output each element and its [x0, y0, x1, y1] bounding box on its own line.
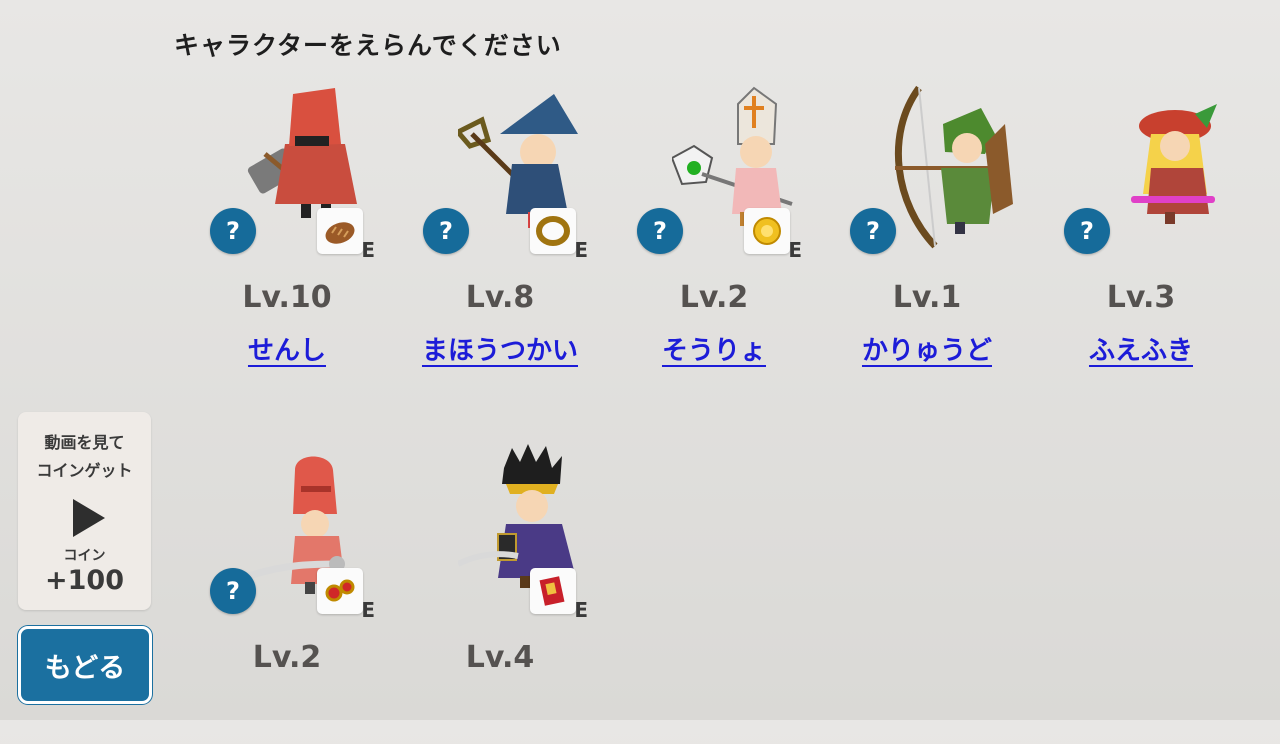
character-level: Lv.3: [1106, 280, 1176, 315]
ring-icon: [536, 216, 570, 246]
coin-label: コイン: [63, 548, 106, 564]
character-name-link[interactable]: かりゅうど: [830, 330, 1024, 367]
character-name-link[interactable]: そうりょ: [617, 330, 811, 367]
character-level: Lv.2: [679, 280, 749, 315]
reward-text-line2: コインゲット: [36, 461, 133, 480]
character-level: Lv.2: [252, 640, 322, 675]
character-name-link[interactable]: まほうつかい: [403, 330, 597, 367]
equipped-mark: E: [361, 598, 375, 622]
character-card-mage[interactable]: ? E Lv.8 まほうつかい: [422, 84, 637, 384]
help-button[interactable]: ?: [1064, 208, 1110, 254]
earrings-icon: [325, 579, 355, 602]
priest-sprite-icon: [672, 86, 793, 226]
coin-reward-value: +100: [45, 565, 124, 596]
equipment-slot[interactable]: E: [530, 208, 588, 262]
equipped-mark: E: [574, 598, 588, 622]
character-card-flutist[interactable]: ? Lv.3 ふえふき: [1064, 84, 1278, 384]
gold-coin-icon: [753, 217, 781, 245]
character-level: Lv.1: [892, 280, 962, 315]
equipment-slot[interactable]: E: [744, 208, 802, 262]
mage-sprite-icon: [458, 94, 578, 228]
hero-sprite-icon: [458, 444, 576, 588]
character-name-link[interactable]: ふえふき: [1044, 330, 1238, 367]
page-title: キャラクターをえらんでください: [174, 31, 562, 60]
watch-video-coin-button[interactable]: 動画を見て コインゲット コイン +100: [18, 412, 151, 610]
red-book-icon: [539, 576, 565, 606]
back-button[interactable]: もどる: [18, 626, 152, 704]
help-button[interactable]: ?: [850, 208, 896, 254]
equipment-slot[interactable]: E: [530, 568, 588, 622]
play-icon: [72, 499, 105, 537]
help-button[interactable]: ?: [637, 208, 683, 254]
equipped-mark: E: [574, 238, 588, 262]
flutist-sprite-icon: [1131, 104, 1217, 224]
character-name-link[interactable]: せんし: [190, 330, 384, 367]
character-level: Lv.8: [465, 280, 535, 315]
character-card-priest[interactable]: ? E Lv.2 そうりょ: [637, 84, 851, 384]
character-card-knight[interactable]: ? E Lv.2: [210, 444, 424, 744]
character-level: Lv.10: [242, 280, 332, 315]
hunter-sprite-icon: [894, 85, 1013, 249]
equipped-mark: E: [788, 238, 802, 262]
help-button[interactable]: ?: [423, 208, 469, 254]
help-button[interactable]: ?: [210, 208, 256, 254]
equipped-mark: E: [361, 238, 375, 262]
character-card-hunter[interactable]: ? Lv.1 かりゅうど: [850, 84, 1064, 384]
bread-icon: [325, 222, 355, 244]
reward-text-line1: 動画を見て: [44, 433, 125, 452]
help-button[interactable]: ?: [210, 568, 256, 614]
character-card-warrior[interactable]: ? E Lv.10 せんし: [210, 84, 424, 384]
equipment-slot[interactable]: E: [317, 568, 375, 622]
character-level: Lv.4: [465, 640, 535, 675]
character-card-hero[interactable]: E Lv.4: [423, 444, 637, 744]
equipment-slot[interactable]: E: [317, 208, 375, 262]
